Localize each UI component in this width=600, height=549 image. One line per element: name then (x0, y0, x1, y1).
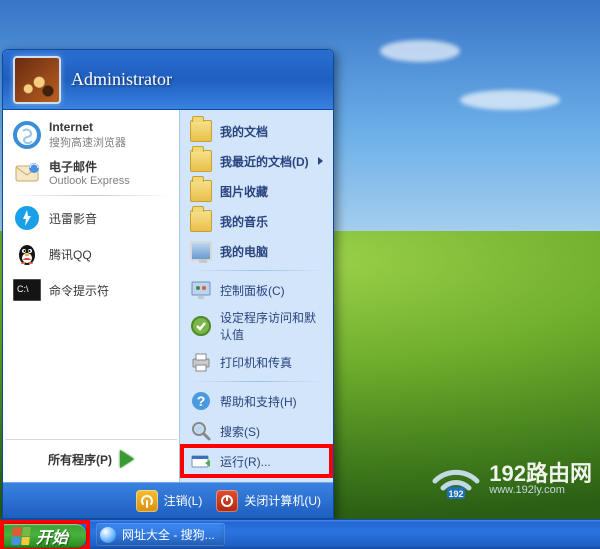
menu-folder[interactable]: 我的音乐 (182, 206, 331, 236)
watermark-url: www.192ly.com (489, 485, 592, 496)
item-subtitle: 搜狗高速浏览器 (49, 134, 126, 150)
printer-icon (190, 351, 212, 373)
windows-flag-icon (11, 527, 31, 545)
item-label: 帮助和支持(H) (220, 393, 297, 410)
shutdown-label: 关闭计算机(U) (244, 492, 321, 509)
folder-icon (190, 150, 212, 172)
qq-icon (13, 240, 41, 268)
svg-text:192: 192 (449, 489, 464, 499)
menu-run[interactable]: 运行(R)... (182, 446, 331, 476)
item-label: 我的音乐 (220, 213, 268, 230)
wifi-icon: 192 (429, 457, 483, 501)
start-menu-right-column: 我的文档 我最近的文档(D) 图片收藏 我的音乐 我的电脑 控制面板(C) 设定… (179, 110, 333, 482)
menu-printer[interactable]: 打印机和传真 (182, 347, 331, 377)
xunlei-icon (13, 204, 41, 232)
all-programs-label: 所有程序(P) (48, 451, 112, 468)
start-button-highlight: 开始 (0, 520, 90, 549)
recent-cmd[interactable]: C:\ 命令提示符 (5, 272, 177, 308)
start-menu-footer: 注销(L) 关闭计算机(U) (3, 482, 333, 518)
menu-folder[interactable]: 图片收藏 (182, 176, 331, 206)
start-menu-left-column: Internet 搜狗高速浏览器 电子邮件 Outlook Express 迅雷… (3, 110, 179, 482)
search-icon (190, 420, 212, 442)
cmd-icon: C:\ (13, 276, 41, 304)
run-icon (190, 450, 212, 472)
menu-folder[interactable]: 我的文档 (182, 116, 331, 146)
svg-text:?: ? (197, 393, 206, 409)
logoff-icon (136, 490, 158, 512)
logoff-label: 注销(L) (164, 492, 203, 509)
folder-icon (190, 120, 212, 142)
taskbar-app-sogou[interactable]: 网址大全 - 搜狗... (96, 523, 225, 546)
start-button[interactable]: 开始 (4, 524, 86, 548)
menu-monitor[interactable]: 我的电脑 (182, 236, 331, 266)
item-label: 设定程序访问和默认值 (220, 309, 323, 343)
menu-control[interactable]: 控制面板(C) (182, 275, 331, 305)
sogou-icon (13, 121, 41, 149)
pinned-sogou[interactable]: Internet 搜狗高速浏览器 (5, 116, 177, 154)
watermark-title: 192路由网 (489, 463, 592, 485)
item-label: 我最近的文档(D) (220, 153, 309, 170)
recent-qq[interactable]: 腾讯QQ (5, 236, 177, 272)
item-label: 搜索(S) (220, 423, 260, 440)
item-title: 电子邮件 (49, 158, 130, 175)
defaults-icon (190, 315, 212, 337)
pinned-email[interactable]: 电子邮件 Outlook Express (5, 154, 177, 191)
item-label: 控制面板(C) (220, 282, 285, 299)
all-programs[interactable]: 所有程序(P) (5, 439, 177, 476)
item-title: 腾讯QQ (49, 246, 92, 263)
arrow-right-icon (120, 450, 134, 468)
start-button-label: 开始 (36, 524, 68, 548)
item-label: 我的文档 (220, 123, 268, 140)
menu-folder[interactable]: 我最近的文档(D) (182, 146, 331, 176)
monitor-icon (190, 240, 212, 262)
taskbar: 开始 网址大全 - 搜狗... (0, 519, 600, 549)
taskbar-app-label: 网址大全 - 搜狗... (122, 526, 215, 543)
menu-defaults[interactable]: 设定程序访问和默认值 (182, 305, 331, 347)
control-icon (190, 279, 212, 301)
email-icon (13, 159, 41, 187)
menu-search[interactable]: 搜索(S) (182, 416, 331, 446)
item-title: 迅雷影音 (49, 210, 97, 227)
sogou-icon (100, 527, 116, 543)
shutdown-button[interactable]: 关闭计算机(U) (216, 490, 321, 512)
shutdown-icon (216, 490, 238, 512)
recent-xunlei[interactable]: 迅雷影音 (5, 200, 177, 236)
svg-text:C:\: C:\ (17, 284, 29, 294)
folder-icon (190, 210, 212, 232)
watermark: 192 192路由网 www.192ly.com (429, 457, 592, 501)
folder-icon (190, 180, 212, 202)
chevron-right-icon (318, 157, 323, 165)
item-label: 运行(R)... (220, 453, 271, 470)
menu-help[interactable]: ? 帮助和支持(H) (182, 386, 331, 416)
item-label: 打印机和传真 (220, 354, 292, 371)
start-menu-header: Administrator (3, 50, 333, 110)
user-avatar[interactable] (13, 56, 61, 104)
user-name: Administrator (71, 69, 172, 90)
item-subtitle: Outlook Express (49, 175, 130, 187)
item-label: 图片收藏 (220, 183, 268, 200)
item-label: 我的电脑 (220, 243, 268, 260)
item-title: 命令提示符 (49, 282, 109, 299)
help-icon: ? (190, 390, 212, 412)
item-title: Internet (49, 120, 126, 134)
start-menu: Administrator Internet 搜狗高速浏览器 电子邮件 Outl… (2, 49, 334, 519)
logoff-button[interactable]: 注销(L) (136, 490, 203, 512)
